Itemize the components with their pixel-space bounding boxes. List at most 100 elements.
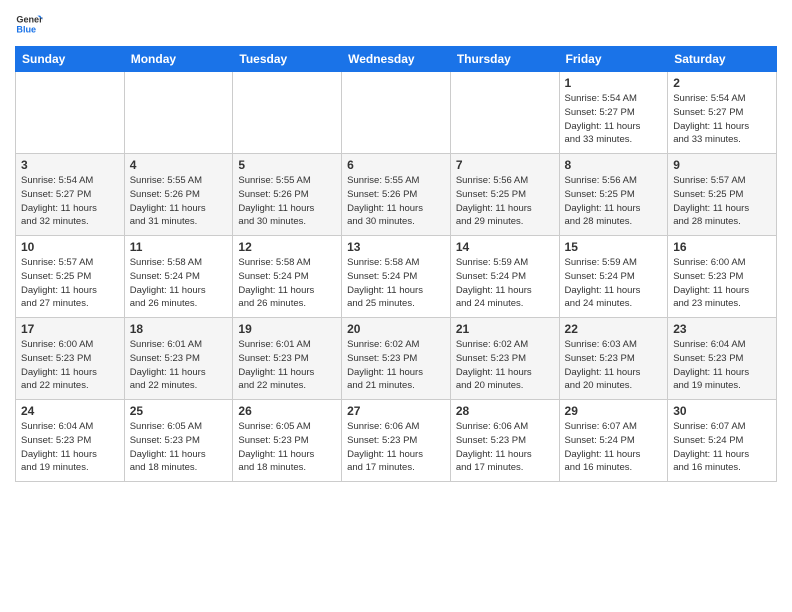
day-info: Sunrise: 5:58 AM Sunset: 5:24 PM Dayligh… [347, 256, 445, 311]
day-number: 19 [238, 322, 336, 336]
calendar-cell: 28 Sunrise: 6:06 AM Sunset: 5:23 PM Dayli… [450, 400, 559, 482]
calendar-cell: 3 Sunrise: 5:54 AM Sunset: 5:27 PM Daylig… [16, 154, 125, 236]
day-number: 30 [673, 404, 771, 418]
day-number: 11 [130, 240, 228, 254]
calendar-cell: 9 Sunrise: 5:57 AM Sunset: 5:25 PM Daylig… [668, 154, 777, 236]
week-row-5: 24Sunrise: 6:04 AM Sunset: 5:23 PM Dayli… [16, 400, 777, 482]
calendar-cell: 23 Sunrise: 6:04 AM Sunset: 5:23 PM Dayli… [668, 318, 777, 400]
calendar-cell: 17 Sunrise: 6:00 AM Sunset: 5:23 PM Dayli… [16, 318, 125, 400]
day-info: Sunrise: 6:02 AM Sunset: 5:23 PM Dayligh… [456, 338, 554, 393]
calendar-page: General Blue SundayMondayTuesdayWednesda… [0, 0, 792, 612]
calendar-cell: 12 Sunrise: 5:58 AM Sunset: 5:24 PM Dayli… [233, 236, 342, 318]
day-number: 3 [21, 158, 119, 172]
day-info: Sunrise: 6:01 AM Sunset: 5:23 PM Dayligh… [238, 338, 336, 393]
day-number: 25 [130, 404, 228, 418]
calendar-cell: 18 Sunrise: 6:01 AM Sunset: 5:23 PM Dayli… [124, 318, 233, 400]
calendar-cell: 10 Sunrise: 5:57 AM Sunset: 5:25 PM Dayli… [16, 236, 125, 318]
day-number: 28 [456, 404, 554, 418]
calendar-cell [16, 72, 125, 154]
day-number: 21 [456, 322, 554, 336]
day-number: 5 [238, 158, 336, 172]
weekday-header-wednesday: Wednesday [342, 47, 451, 72]
day-number: 9 [673, 158, 771, 172]
calendar-cell: 20 Sunrise: 6:02 AM Sunset: 5:23 PM Dayli… [342, 318, 451, 400]
logo: General Blue [15, 10, 43, 38]
day-number: 6 [347, 158, 445, 172]
day-info: Sunrise: 6:03 AM Sunset: 5:23 PM Dayligh… [565, 338, 663, 393]
day-info: Sunrise: 6:02 AM Sunset: 5:23 PM Dayligh… [347, 338, 445, 393]
day-info: Sunrise: 5:59 AM Sunset: 5:24 PM Dayligh… [456, 256, 554, 311]
weekday-header-monday: Monday [124, 47, 233, 72]
week-row-1: 1 Sunrise: 5:54 AM Sunset: 5:27 PM Daylig… [16, 72, 777, 154]
day-info: Sunrise: 5:56 AM Sunset: 5:25 PM Dayligh… [565, 174, 663, 229]
day-info: Sunrise: 5:57 AM Sunset: 5:25 PM Dayligh… [673, 174, 771, 229]
day-info: Sunrise: 5:54 AM Sunset: 5:27 PM Dayligh… [21, 174, 119, 229]
day-number: 1 [565, 76, 663, 90]
calendar-cell: 29 Sunrise: 6:07 AM Sunset: 5:24 PM Dayli… [559, 400, 668, 482]
day-info: Sunrise: 6:05 AM Sunset: 5:23 PM Dayligh… [130, 420, 228, 475]
day-info: Sunrise: 5:58 AM Sunset: 5:24 PM Dayligh… [130, 256, 228, 311]
day-number: 26 [238, 404, 336, 418]
day-info: Sunrise: 5:54 AM Sunset: 5:27 PM Dayligh… [673, 92, 771, 147]
day-info: Sunrise: 5:54 AM Sunset: 5:27 PM Dayligh… [565, 92, 663, 147]
day-info: Sunrise: 6:00 AM Sunset: 5:23 PM Dayligh… [21, 338, 119, 393]
day-number: 27 [347, 404, 445, 418]
day-info: Sunrise: 6:07 AM Sunset: 5:24 PM Dayligh… [565, 420, 663, 475]
day-info: Sunrise: 6:06 AM Sunset: 5:23 PM Dayligh… [456, 420, 554, 475]
day-info: Sunrise: 5:55 AM Sunset: 5:26 PM Dayligh… [130, 174, 228, 229]
day-number: 8 [565, 158, 663, 172]
calendar-cell: 30 Sunrise: 6:07 AM Sunset: 5:24 PM Dayli… [668, 400, 777, 482]
calendar-header-row: SundayMondayTuesdayWednesdayThursdayFrid… [16, 47, 777, 72]
week-row-3: 10 Sunrise: 5:57 AM Sunset: 5:25 PM Dayli… [16, 236, 777, 318]
calendar-cell: 16Sunrise: 6:00 AM Sunset: 5:23 PM Dayli… [668, 236, 777, 318]
day-number: 2 [673, 76, 771, 90]
weekday-header-friday: Friday [559, 47, 668, 72]
day-number: 29 [565, 404, 663, 418]
calendar-cell: 27 Sunrise: 6:06 AM Sunset: 5:23 PM Dayli… [342, 400, 451, 482]
day-info: Sunrise: 5:59 AM Sunset: 5:24 PM Dayligh… [565, 256, 663, 311]
day-info: Sunrise: 6:06 AM Sunset: 5:23 PM Dayligh… [347, 420, 445, 475]
calendar-cell: 25 Sunrise: 6:05 AM Sunset: 5:23 PM Dayli… [124, 400, 233, 482]
calendar-cell: 13 Sunrise: 5:58 AM Sunset: 5:24 PM Dayli… [342, 236, 451, 318]
day-number: 23 [673, 322, 771, 336]
calendar-table: SundayMondayTuesdayWednesdayThursdayFrid… [15, 46, 777, 482]
day-info: Sunrise: 6:04 AM Sunset: 5:23 PM Dayligh… [673, 338, 771, 393]
day-number: 24 [21, 404, 119, 418]
day-number: 15 [565, 240, 663, 254]
day-info: Sunrise: 5:55 AM Sunset: 5:26 PM Dayligh… [347, 174, 445, 229]
calendar-cell: 5Sunrise: 5:55 AM Sunset: 5:26 PM Daylig… [233, 154, 342, 236]
calendar-cell: 11 Sunrise: 5:58 AM Sunset: 5:24 PM Dayli… [124, 236, 233, 318]
calendar-cell: 2 Sunrise: 5:54 AM Sunset: 5:27 PM Daylig… [668, 72, 777, 154]
weekday-header-tuesday: Tuesday [233, 47, 342, 72]
day-number: 14 [456, 240, 554, 254]
weekday-header-saturday: Saturday [668, 47, 777, 72]
day-info: Sunrise: 6:05 AM Sunset: 5:23 PM Dayligh… [238, 420, 336, 475]
day-info: Sunrise: 6:01 AM Sunset: 5:23 PM Dayligh… [130, 338, 228, 393]
calendar-cell: 21 Sunrise: 6:02 AM Sunset: 5:23 PM Dayli… [450, 318, 559, 400]
week-row-4: 17 Sunrise: 6:00 AM Sunset: 5:23 PM Dayli… [16, 318, 777, 400]
day-number: 12 [238, 240, 336, 254]
week-row-2: 3 Sunrise: 5:54 AM Sunset: 5:27 PM Daylig… [16, 154, 777, 236]
day-number: 17 [21, 322, 119, 336]
day-number: 4 [130, 158, 228, 172]
day-info: Sunrise: 5:57 AM Sunset: 5:25 PM Dayligh… [21, 256, 119, 311]
day-number: 10 [21, 240, 119, 254]
day-number: 7 [456, 158, 554, 172]
calendar-cell: 26 Sunrise: 6:05 AM Sunset: 5:23 PM Dayli… [233, 400, 342, 482]
calendar-cell: 6 Sunrise: 5:55 AM Sunset: 5:26 PM Daylig… [342, 154, 451, 236]
calendar-cell: 4 Sunrise: 5:55 AM Sunset: 5:26 PM Daylig… [124, 154, 233, 236]
day-number: 20 [347, 322, 445, 336]
day-info: Sunrise: 5:56 AM Sunset: 5:25 PM Dayligh… [456, 174, 554, 229]
calendar-cell: 22Sunrise: 6:03 AM Sunset: 5:23 PM Dayli… [559, 318, 668, 400]
day-info: Sunrise: 5:58 AM Sunset: 5:24 PM Dayligh… [238, 256, 336, 311]
calendar-cell [450, 72, 559, 154]
calendar-cell: 19 Sunrise: 6:01 AM Sunset: 5:23 PM Dayli… [233, 318, 342, 400]
calendar-cell: 24Sunrise: 6:04 AM Sunset: 5:23 PM Dayli… [16, 400, 125, 482]
day-number: 13 [347, 240, 445, 254]
weekday-header-sunday: Sunday [16, 47, 125, 72]
calendar-cell [233, 72, 342, 154]
calendar-cell [124, 72, 233, 154]
weekday-header-thursday: Thursday [450, 47, 559, 72]
day-info: Sunrise: 6:07 AM Sunset: 5:24 PM Dayligh… [673, 420, 771, 475]
day-number: 18 [130, 322, 228, 336]
